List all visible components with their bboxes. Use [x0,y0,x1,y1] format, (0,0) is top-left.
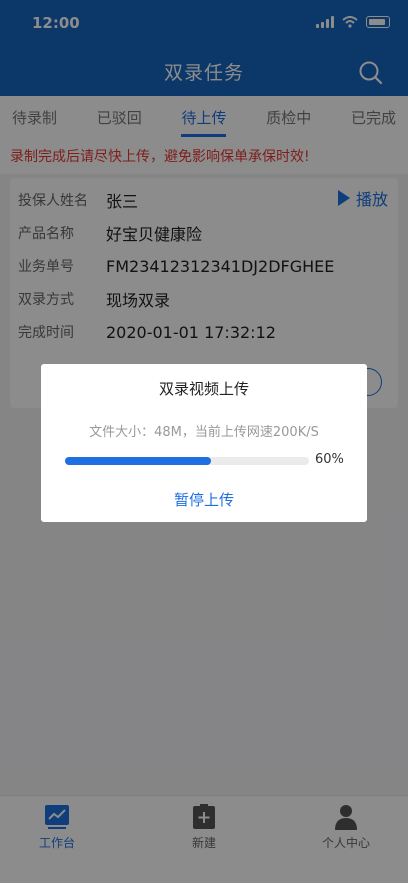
progress-bar [65,457,309,465]
dialog-title: 双录视频上传 [158,380,249,398]
upload-info: 文件大小：48M，当前上传网速200K/S [89,425,319,440]
upload-dialog: 双录视频上传 文件大小：48M，当前上传网速200K/S 60% 暂停上传 [41,364,367,522]
progress-fill [65,457,212,465]
pause-upload-button[interactable]: 暂停上传 [41,489,367,510]
progress-percent: 60% [315,452,344,467]
